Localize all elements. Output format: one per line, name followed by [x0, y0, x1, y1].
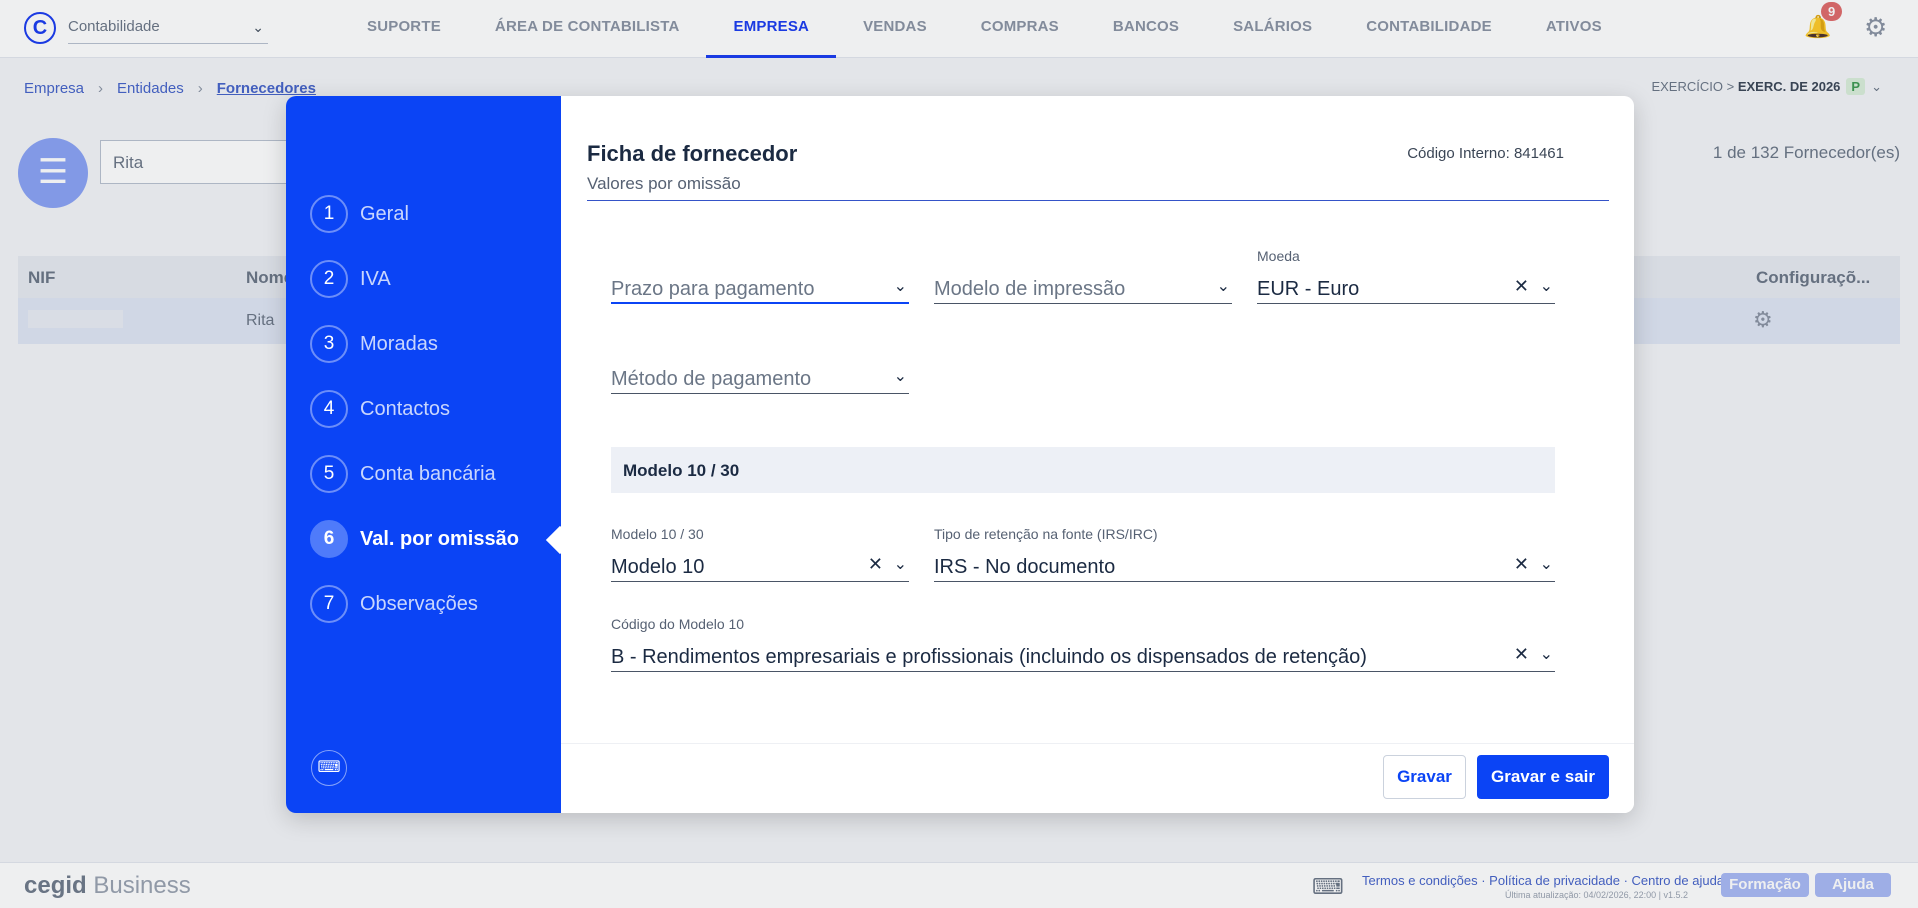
- chevron-down-icon[interactable]: ⌄: [1217, 276, 1230, 296]
- codigo-modelo-10-select[interactable]: Código do Modelo 10 B - Rendimentos empr…: [611, 616, 1555, 672]
- codigo-modelo-10-value: B - Rendimentos empresariais e profissio…: [611, 646, 1367, 668]
- clear-icon[interactable]: ✕: [1514, 276, 1529, 297]
- modelo-impressao-select[interactable]: Modelo de impressão ⌄: [934, 274, 1232, 304]
- metodo-placeholder: Método de pagamento: [611, 368, 812, 390]
- step-label: Contactos: [360, 397, 451, 420]
- step-observacoes[interactable]: 7 Observações: [310, 584, 478, 624]
- modal-subtitle: Valores por omissão: [587, 174, 741, 193]
- step-number: 6: [310, 520, 348, 558]
- step-number: 7: [310, 585, 348, 623]
- moeda-label: Moeda: [1257, 248, 1300, 264]
- moeda-select[interactable]: Moeda EUR - Euro ✕ ⌄: [1257, 248, 1555, 304]
- tipo-retencao-value: IRS - No documento: [934, 556, 1116, 578]
- step-label: Moradas: [360, 332, 438, 355]
- step-number: 5: [310, 455, 348, 493]
- chevron-down-icon[interactable]: ⌄: [1540, 554, 1553, 574]
- save-and-exit-button[interactable]: Gravar e sair: [1477, 755, 1609, 799]
- modal-footer: [561, 743, 1634, 813]
- keyboard-shortcuts-icon[interactable]: ⌨: [311, 750, 347, 786]
- step-label: Val. por omissão: [360, 527, 519, 550]
- prazo-placeholder: Prazo para pagamento: [611, 278, 815, 300]
- prazo-pagamento-select[interactable]: Prazo para pagamento ⌄: [611, 274, 909, 304]
- step-navigation: 1 Geral 2 IVA 3 Moradas 4 Contactos 5 Conta b…: [286, 96, 562, 813]
- internal-code: Código Interno: 841461: [1407, 145, 1564, 162]
- clear-icon[interactable]: ✕: [1514, 554, 1529, 575]
- step-label: Geral: [360, 202, 409, 225]
- modal-title: Ficha de fornecedor: [587, 141, 798, 166]
- section-header-modelo-10-30: Modelo 10 / 30: [611, 447, 1555, 493]
- save-button[interactable]: Gravar: [1383, 755, 1466, 799]
- step-number: 3: [310, 325, 348, 363]
- form-panel: ✕ Ficha de fornecedor Valores por omissã…: [561, 96, 1634, 813]
- codigo-modelo-10-label: Código do Modelo 10: [611, 616, 745, 632]
- chevron-down-icon[interactable]: ⌄: [894, 554, 907, 574]
- step-iva[interactable]: 2 IVA: [310, 259, 391, 299]
- chevron-down-icon[interactable]: ⌄: [1540, 276, 1553, 296]
- supplier-modal: 1 Geral 2 IVA 3 Moradas 4 Contactos 5 Conta b…: [286, 96, 1634, 813]
- step-number: 1: [310, 195, 348, 233]
- modelo-10-30-value: Modelo 10: [611, 556, 705, 578]
- modelo-impressao-placeholder: Modelo de impressão: [934, 278, 1126, 300]
- clear-icon[interactable]: ✕: [868, 554, 883, 575]
- step-contactos[interactable]: 4 Contactos: [310, 389, 450, 429]
- title-divider: [587, 200, 1609, 201]
- step-geral[interactable]: 1 Geral: [310, 194, 409, 234]
- step-val-por-omissao[interactable]: 6 Val. por omissão: [310, 519, 519, 559]
- modelo-10-30-label: Modelo 10 / 30: [611, 526, 704, 542]
- chevron-down-icon[interactable]: ⌄: [894, 366, 907, 386]
- clear-icon[interactable]: ✕: [1514, 644, 1529, 665]
- tipo-retencao-select[interactable]: Tipo de retenção na fonte (IRS/IRC) IRS …: [934, 526, 1555, 582]
- chevron-down-icon[interactable]: ⌄: [1540, 644, 1553, 664]
- step-conta-bancaria[interactable]: 5 Conta bancária: [310, 454, 496, 494]
- step-number: 4: [310, 390, 348, 428]
- step-label: IVA: [360, 267, 391, 290]
- moeda-value: EUR - Euro: [1257, 278, 1360, 300]
- step-moradas[interactable]: 3 Moradas: [310, 324, 438, 364]
- modelo-10-30-select[interactable]: Modelo 10 / 30 Modelo 10 ✕ ⌄: [611, 526, 909, 582]
- step-label: Conta bancária: [360, 462, 496, 485]
- metodo-pagamento-select[interactable]: Método de pagamento ⌄: [611, 364, 909, 394]
- step-number: 2: [310, 260, 348, 298]
- tipo-retencao-label: Tipo de retenção na fonte (IRS/IRC): [934, 526, 1158, 542]
- chevron-down-icon[interactable]: ⌄: [894, 276, 907, 296]
- step-label: Observações: [360, 592, 478, 615]
